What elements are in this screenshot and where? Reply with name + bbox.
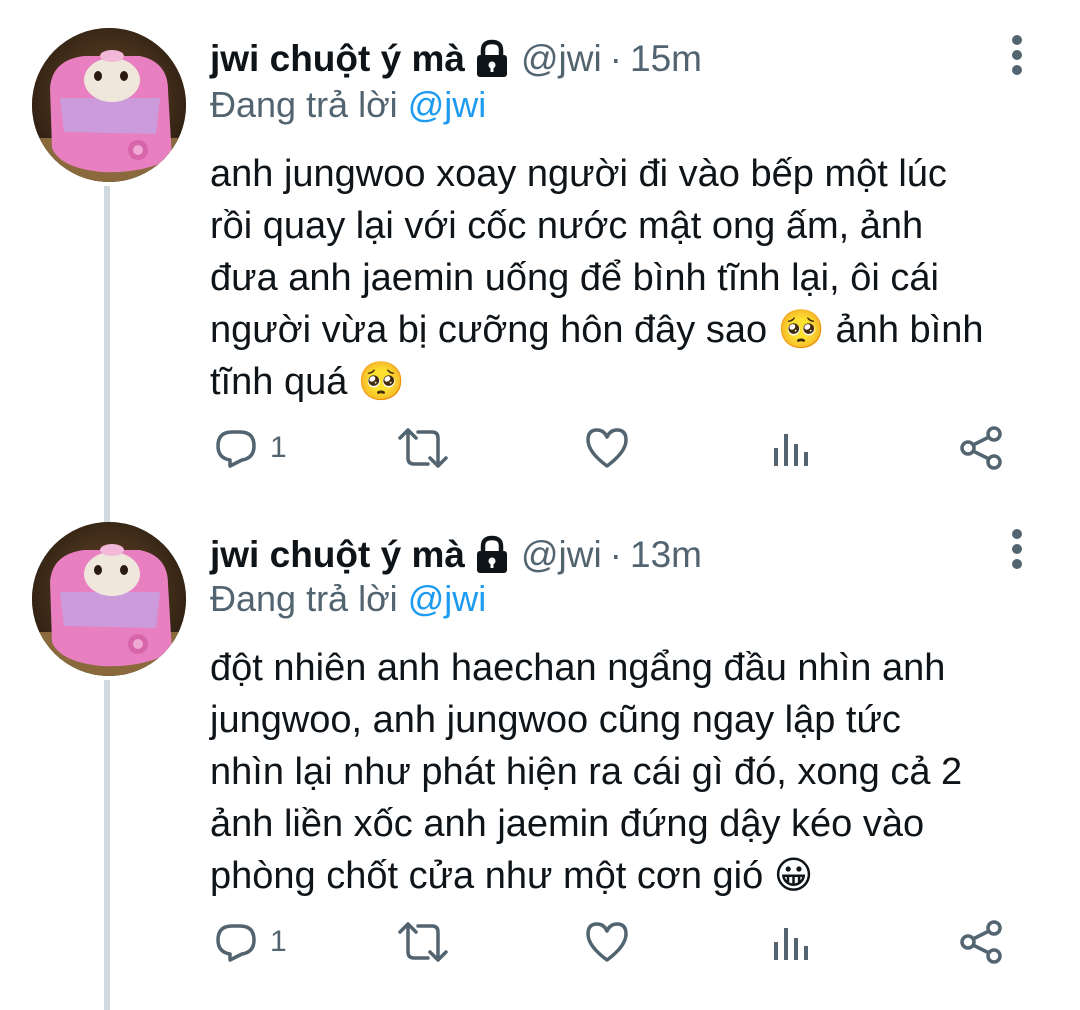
display-name[interactable]: jwi chuột ý mà <box>210 38 465 80</box>
more-vertical-icon[interactable] <box>1000 30 1034 80</box>
lock-icon <box>475 535 509 575</box>
more-vertical-icon[interactable] <box>1000 524 1034 574</box>
share-button[interactable] <box>958 418 1004 478</box>
avatar-image <box>32 28 186 182</box>
views-icon <box>774 434 808 466</box>
reply-count: 1 <box>270 925 287 958</box>
tweet-text: anh jungwoo xoay người đi vào bếp một lú… <box>210 153 984 403</box>
replying-to-handle[interactable]: @jwi <box>408 578 487 619</box>
timestamp[interactable]: 13m <box>630 534 702 576</box>
replying-to: Đang trả lời @jwi <box>210 578 486 620</box>
heart-icon <box>586 428 628 468</box>
retweet-button[interactable] <box>396 418 450 478</box>
tweet[interactable]: jwi chuột ý mà @jwi · 15m Đang trả lời @… <box>0 0 1080 526</box>
tweet[interactable]: jwi chuột ý mà @jwi · 13m Đang trả lời @… <box>0 500 1080 1010</box>
separator-dot: · <box>609 534 622 575</box>
reply-icon <box>216 924 256 962</box>
like-button[interactable] <box>584 912 630 972</box>
lock-icon <box>475 39 509 79</box>
replying-to: Đang trả lời @jwi <box>210 84 486 126</box>
replying-to-handle[interactable]: @jwi <box>408 84 487 125</box>
tweet-actions: 1 <box>210 418 1030 478</box>
tweet-actions: 1 <box>210 912 1030 972</box>
views-button[interactable] <box>770 912 810 972</box>
reply-count: 1 <box>270 431 287 464</box>
avatar[interactable] <box>32 28 186 182</box>
avatar[interactable] <box>32 522 186 676</box>
share-icon <box>960 920 1002 964</box>
replying-to-label: Đang trả lời <box>210 84 398 125</box>
thread-line <box>104 186 110 526</box>
share-icon <box>960 426 1002 470</box>
like-button[interactable] <box>584 418 630 478</box>
retweet-icon <box>398 922 448 962</box>
tweet-text: đột nhiên anh haechan ngẩng đầu nhìn anh… <box>210 647 963 897</box>
retweet-button[interactable] <box>396 912 450 972</box>
display-name[interactable]: jwi chuột ý mà <box>210 534 465 576</box>
reply-button[interactable]: 1 <box>214 912 287 972</box>
views-icon <box>774 928 808 960</box>
replying-to-label: Đang trả lời <box>210 578 398 619</box>
timestamp[interactable]: 15m <box>630 38 702 80</box>
retweet-icon <box>398 428 448 468</box>
thread-line <box>104 680 110 1010</box>
share-button[interactable] <box>958 912 1004 972</box>
reply-button[interactable]: 1 <box>214 418 287 478</box>
tweet-header: jwi chuột ý mà @jwi · 15m <box>210 34 702 84</box>
views-button[interactable] <box>770 418 810 478</box>
tweet-header: jwi chuột ý mà @jwi · 13m <box>210 530 702 580</box>
avatar-image <box>32 522 186 676</box>
heart-icon <box>586 922 628 962</box>
reply-icon <box>216 430 256 468</box>
user-handle[interactable]: @jwi <box>521 38 602 80</box>
separator-dot: · <box>609 38 622 79</box>
user-handle[interactable]: @jwi <box>521 534 602 576</box>
